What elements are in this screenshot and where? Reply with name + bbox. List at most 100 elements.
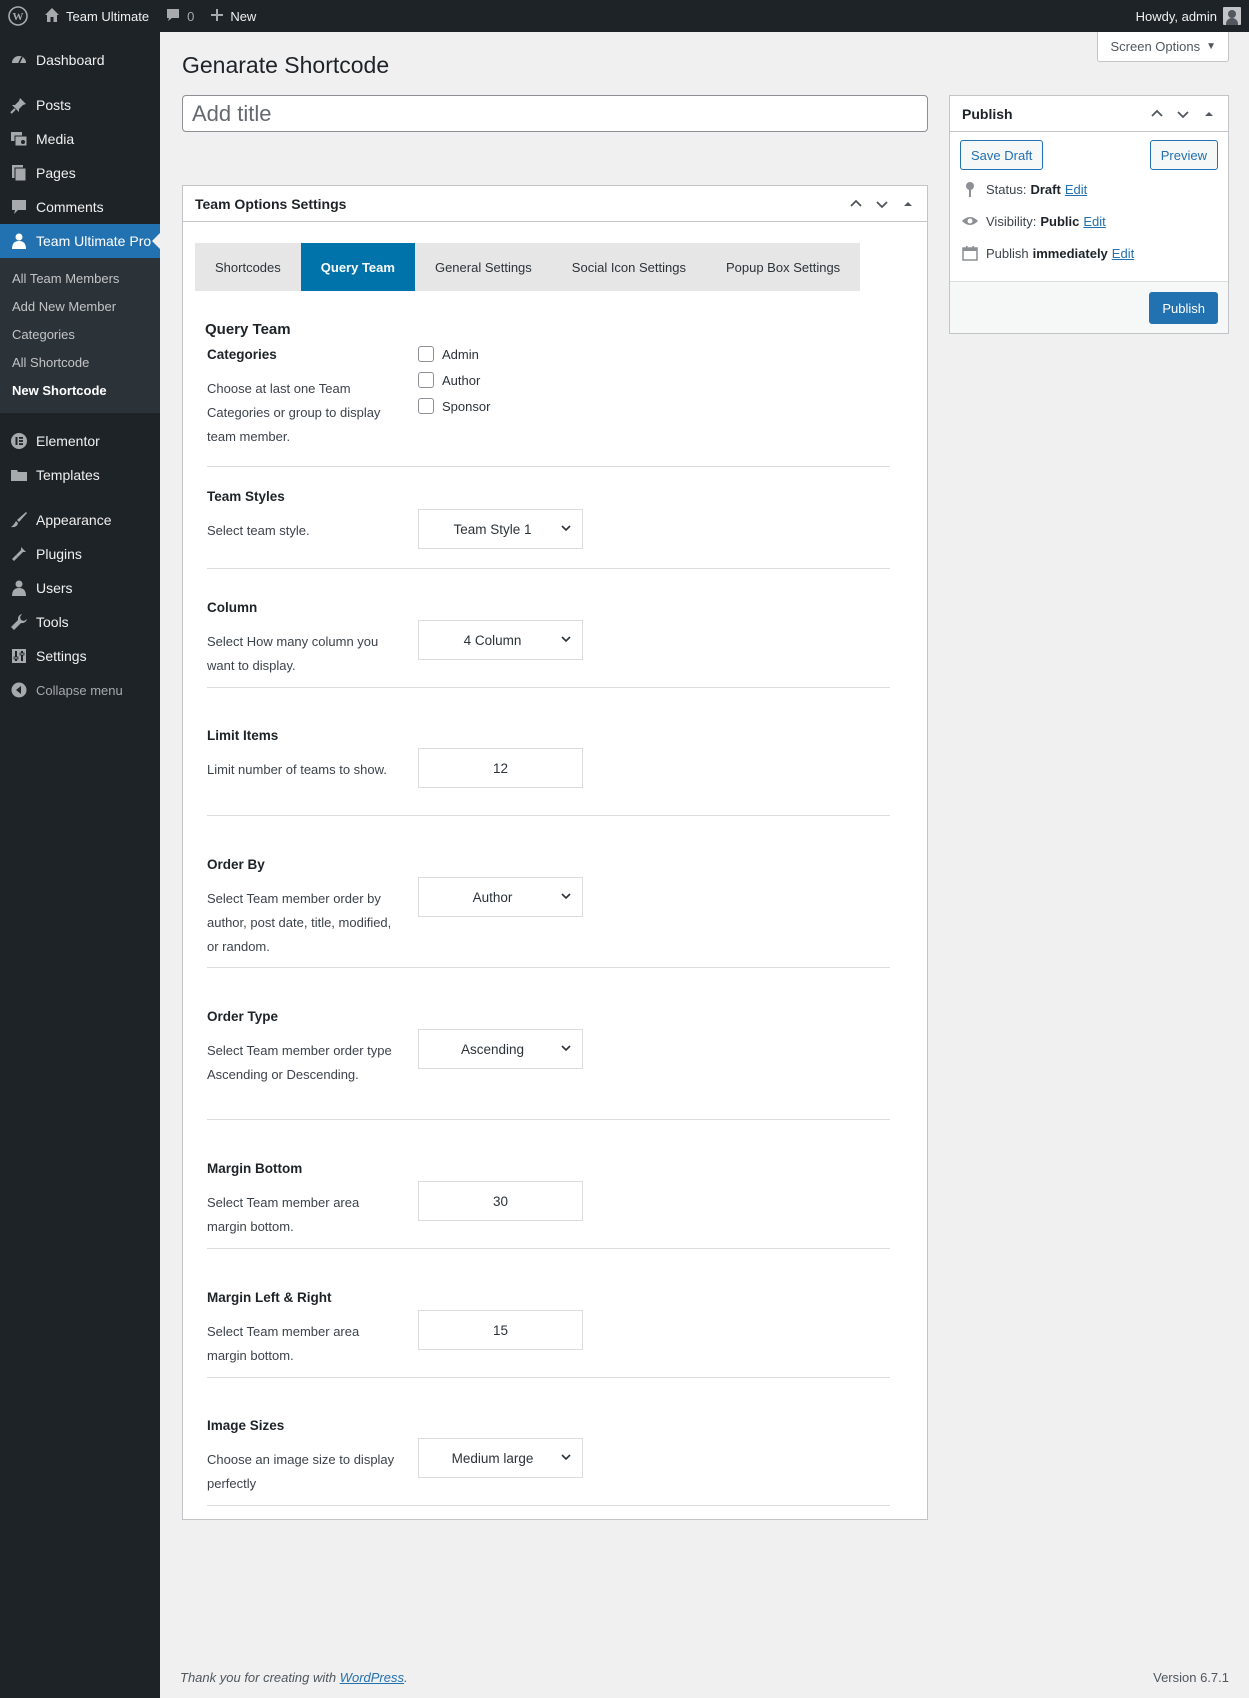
edit-status-link[interactable]: Edit [1065,182,1087,197]
sidebar-item-media[interactable]: Media [0,122,160,156]
field-image-sizes: Image Sizes Choose an image size to disp… [207,1418,890,1506]
sidebar-item-plugins[interactable]: Plugins [0,537,160,571]
field-label: Margin Left & Right [207,1290,332,1305]
edit-visibility-link[interactable]: Edit [1083,214,1105,229]
field-categories: Categories Choose at last one Team Categ… [207,346,890,467]
main-content: Screen Options ▼ Genarate Shortcode Team… [160,32,1249,1698]
comments-count: 0 [187,8,195,24]
chevron-down-icon [558,1449,574,1465]
sidebar-item-settings[interactable]: Settings [0,639,160,673]
sidebar-item-tools[interactable]: Tools [0,605,160,639]
image-size-select[interactable]: Medium large [418,1438,583,1478]
comment-bubble-icon [165,7,181,26]
field-label: Limit Items [207,728,279,743]
wrench-icon [9,612,29,632]
tab-query-team[interactable]: Query Team [300,243,415,291]
move-down-icon[interactable] [869,191,895,217]
user-icon [9,231,29,251]
tab-popup-box-settings[interactable]: Popup Box Settings [706,243,860,291]
toggle-panel-icon[interactable] [895,191,921,217]
field-description: Choose at last one Team Categories or gr… [207,381,381,444]
checkbox[interactable] [418,372,434,388]
svg-text:W: W [13,11,24,23]
chevron-down-icon [558,1040,574,1056]
submenu-new-shortcode[interactable]: New Shortcode [0,377,160,405]
sidebar-item-label: Tools [36,614,69,630]
chevron-down-icon [558,631,574,647]
visibility-row: Visibility: Public Edit [960,211,1106,231]
site-name-link[interactable]: Team Ultimate [36,0,157,32]
checkbox-admin[interactable]: Admin [418,341,490,367]
wordpress-logo-icon[interactable]: W [0,0,36,32]
wordpress-link[interactable]: WordPress [340,1670,404,1685]
new-content-link[interactable]: New [202,0,264,32]
categories-checkbox-group: Admin Author Sponsor [418,341,490,419]
limit-items-input[interactable]: 12 [418,748,583,788]
sidebar-item-posts[interactable]: Posts [0,88,160,122]
checkbox[interactable] [418,398,434,414]
sidebar-item-elementor[interactable]: Elementor [0,424,160,458]
submenu-categories[interactable]: Categories [0,321,160,349]
team-style-select[interactable]: Team Style 1 [418,509,583,549]
toggle-panel-icon[interactable] [1196,101,1222,127]
settings-icon [9,646,29,666]
dashboard-icon [9,50,29,70]
publish-label: Publish [986,245,1029,261]
collapse-menu-button[interactable]: Collapse menu [0,673,160,707]
checkbox[interactable] [418,346,434,362]
tab-shortcodes[interactable]: Shortcodes [195,243,301,291]
avatar [1223,7,1241,25]
checkbox-sponsor[interactable]: Sponsor [418,393,490,419]
checkbox-author[interactable]: Author [418,367,490,393]
submenu-all-shortcode[interactable]: All Shortcode [0,349,160,377]
submenu-all-team-members[interactable]: All Team Members [0,265,160,293]
tab-social-icon-settings[interactable]: Social Icon Settings [552,243,706,291]
edit-publish-date-link[interactable]: Edit [1112,246,1134,261]
sidebar-item-team-ultimate-pro[interactable]: Team Ultimate Pro [0,224,160,258]
preview-button[interactable]: Preview [1149,140,1218,170]
new-label: New [230,8,257,24]
sidebar-item-users[interactable]: Users [0,571,160,605]
margin-left-right-input[interactable]: 15 [418,1310,583,1350]
section-title: Query Team [205,321,291,338]
sidebar-item-label: Elementor [36,433,100,449]
post-title-input[interactable] [182,95,928,132]
admin-sidebar: Dashboard Posts Media Pages Comments Tea… [0,32,160,1698]
field-label: Image Sizes [207,1418,285,1433]
select-value: Author [472,889,513,905]
field-label: Margin Bottom [207,1161,303,1176]
publish-footer: Publish [950,281,1228,333]
move-down-icon[interactable] [1170,101,1196,127]
checkbox-label: Admin [442,346,479,362]
media-icon [9,129,29,149]
save-draft-button[interactable]: Save Draft [960,140,1044,170]
checkbox-label: Author [442,372,481,388]
field-label: Column [207,600,258,615]
footer-version: Version 6.7.1 [1153,1670,1229,1685]
collapse-arrow-icon [9,680,29,700]
pin-icon [960,181,980,197]
brush-icon [9,510,29,530]
move-up-icon[interactable] [843,191,869,217]
sidebar-item-comments[interactable]: Comments [0,190,160,224]
tab-general-settings[interactable]: General Settings [415,243,552,291]
margin-bottom-input[interactable]: 30 [418,1181,583,1221]
sidebar-item-pages[interactable]: Pages [0,156,160,190]
sidebar-item-dashboard[interactable]: Dashboard [0,43,160,77]
submenu-add-new-member[interactable]: Add New Member [0,293,160,321]
screen-options-button[interactable]: Screen Options ▼ [1097,32,1229,62]
publish-button[interactable]: Publish [1149,292,1218,324]
column-select[interactable]: 4 Column [418,620,583,660]
order-type-select[interactable]: Ascending [418,1029,583,1069]
field-team-styles: Team Styles Select team style. Team Styl… [207,489,890,569]
comments-link[interactable]: 0 [157,0,202,32]
sidebar-item-appearance[interactable]: Appearance [0,503,160,537]
move-up-icon[interactable] [1144,101,1170,127]
sidebar-item-templates[interactable]: Templates [0,458,160,492]
sidebar-item-label: Settings [36,648,87,664]
order-by-select[interactable]: Author [418,877,583,917]
account-menu[interactable]: Howdy, admin [1136,0,1241,32]
postbox-title: Publish [962,105,1013,122]
publish-postbox: Publish Save Draft Preview Status: Draft… [949,95,1229,334]
field-description: Select Team member order type Ascending … [207,1043,392,1082]
